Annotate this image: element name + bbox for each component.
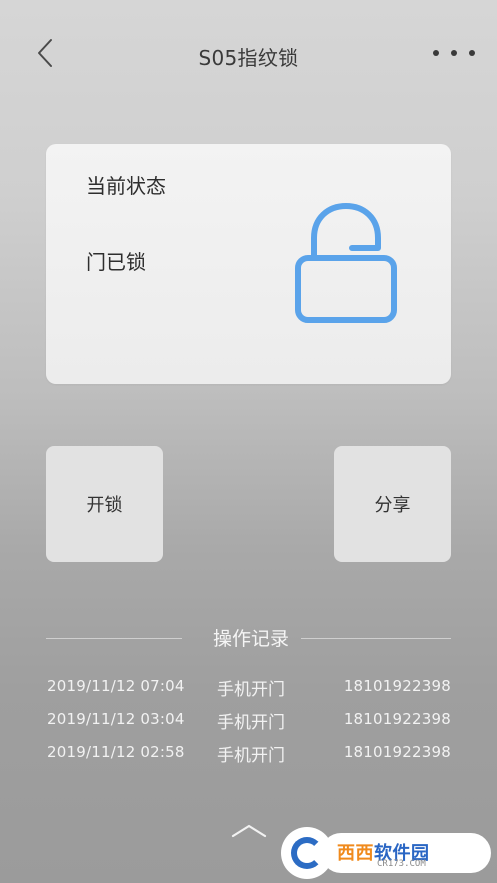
record-row[interactable]: 2019/11/12 02:58 手机开门 18101922398 xyxy=(46,739,451,772)
record-time: 2019/11/12 07:04 xyxy=(47,677,185,695)
page-title: S05指纹锁 xyxy=(198,46,299,70)
divider-right xyxy=(301,638,451,639)
more-horizontal-icon-dot xyxy=(451,50,457,56)
record-row[interactable]: 2019/11/12 07:04 手机开门 18101922398 xyxy=(46,673,451,706)
record-list: 2019/11/12 07:04 手机开门 18101922398 2019/1… xyxy=(46,673,451,772)
record-action: 手机开门 xyxy=(217,713,285,733)
record-time: 2019/11/12 02:58 xyxy=(47,743,185,761)
more-options-button[interactable] xyxy=(433,40,475,66)
records-title: 操作记录 xyxy=(212,628,289,650)
records-header: 操作记录 xyxy=(46,622,451,654)
more-horizontal-icon xyxy=(433,50,439,56)
chevron-up-icon[interactable] xyxy=(230,822,268,840)
unlock-button[interactable]: 开锁 xyxy=(46,446,163,562)
record-action: 手机开门 xyxy=(217,680,285,700)
status-label: 当前状态 xyxy=(86,174,166,198)
site-watermark: 西西软件园 CR173.COM xyxy=(281,821,497,883)
watermark-brand-box: 西西软件园 CR173.COM xyxy=(321,833,491,873)
status-value: 门已锁 xyxy=(86,250,146,274)
share-button[interactable]: 分享 xyxy=(334,446,451,562)
record-action: 手机开门 xyxy=(217,746,285,766)
lock-icon xyxy=(295,203,397,323)
watermark-logo-icon xyxy=(281,827,333,879)
divider-left xyxy=(46,638,182,639)
record-phone: 18101922398 xyxy=(343,743,451,761)
record-phone: 18101922398 xyxy=(343,677,451,695)
top-navigation-bar: S05指纹锁 xyxy=(0,0,497,110)
lock-status-card: 当前状态 门已锁 xyxy=(46,144,451,384)
record-phone: 18101922398 xyxy=(343,710,451,728)
watermark-logo-ring xyxy=(291,837,323,869)
record-row[interactable]: 2019/11/12 03:04 手机开门 18101922398 xyxy=(46,706,451,739)
watermark-site: CR173.COM xyxy=(377,859,426,869)
watermark-brand-a: 西西 xyxy=(337,843,374,864)
more-horizontal-icon-dot xyxy=(469,50,475,56)
record-time: 2019/11/12 03:04 xyxy=(47,710,185,728)
